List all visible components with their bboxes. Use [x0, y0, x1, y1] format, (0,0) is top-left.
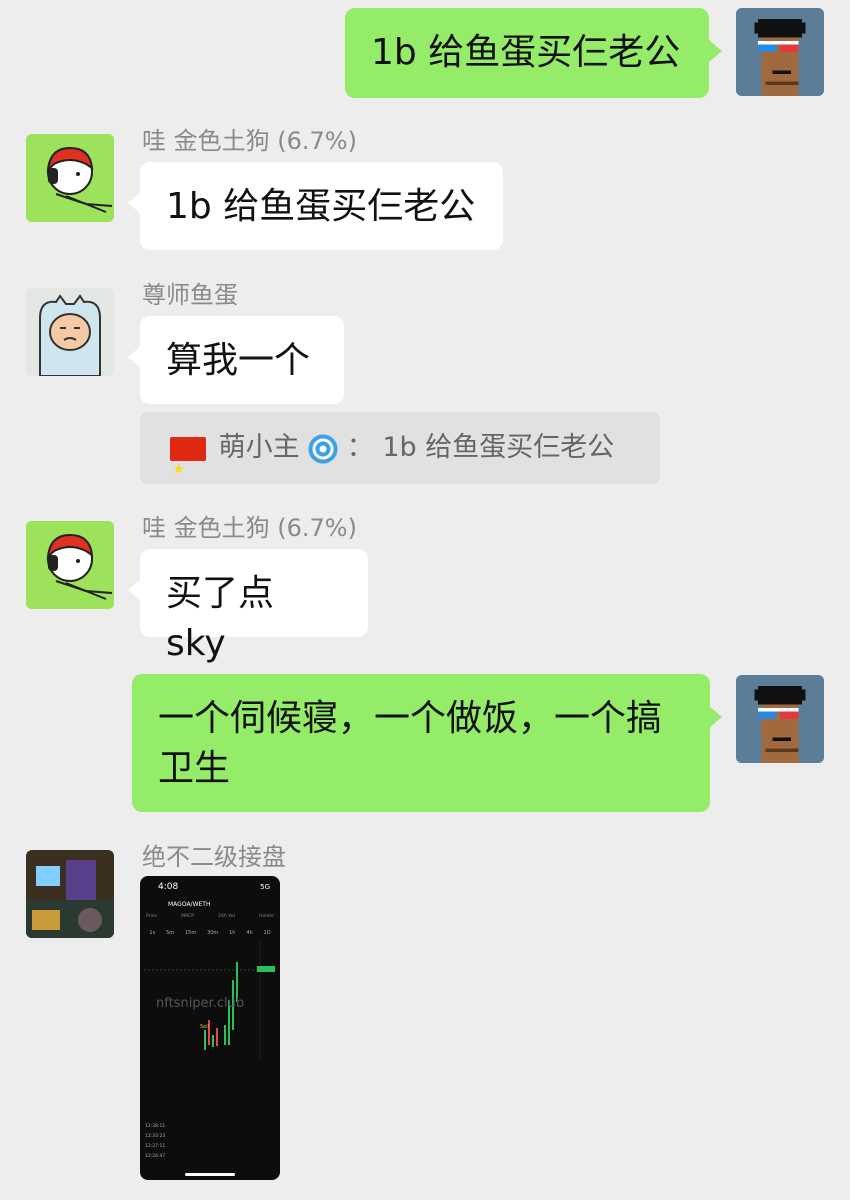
stat-label: Price — [146, 914, 157, 919]
tx-row: 12:33:23 — [145, 1134, 166, 1139]
sender-avatar[interactable] — [26, 850, 114, 938]
sender-name: 绝不二级接盘 — [142, 843, 286, 871]
sender-name: 哇 金色土狗 (6.7%) — [142, 127, 357, 155]
sender-name: 尊师鱼蛋 — [142, 281, 238, 309]
timeframe: 5m — [166, 930, 175, 936]
message-text-line: 一个伺候寝，一个做饭，一个搞 — [158, 698, 663, 739]
tx-row: 12:24:47 — [145, 1154, 166, 1159]
bubble-tail — [128, 346, 141, 368]
sender-avatar[interactable] — [26, 134, 114, 222]
bubble-tail — [128, 579, 141, 601]
tx-row: 12:38:11 — [145, 1124, 166, 1129]
timeframe: 4h — [246, 930, 253, 936]
stat-label: Holder — [259, 914, 274, 919]
tx-row: 12:27:11 — [145, 1144, 166, 1149]
bubble-tail — [128, 192, 141, 214]
stat-label: MACP — [181, 914, 194, 919]
message-bubble[interactable]: 1b 给鱼蛋买仨老公 — [140, 162, 503, 250]
timeframe: 15m — [184, 930, 197, 936]
message-text: 算我一个 — [166, 340, 311, 381]
message-bubble[interactable]: 买了点 sky — [140, 549, 368, 664]
self-message-bubble[interactable]: 1b 给鱼蛋买仨老公 — [345, 8, 709, 98]
self-avatar[interactable] — [736, 675, 824, 763]
quoted-message[interactable]: 萌小主 ： 1b 给鱼蛋买仨老公 — [140, 412, 660, 506]
message-text: 1b 给鱼蛋买仨老公 — [166, 186, 476, 227]
image-message-screenshot[interactable]: 4:08 5G MAGOA/WETH Price MACP 24h Vol Ho… — [140, 876, 280, 1180]
swirl-icon — [308, 433, 339, 464]
watermark: nftsniper.club — [156, 996, 245, 1011]
phone-time: 4:08 — [158, 882, 179, 892]
quote-separator: ： — [346, 432, 374, 463]
timeframe: 1s — [149, 930, 156, 936]
trading-pair: MAGOA/WETH — [168, 901, 211, 908]
self-message-bubble[interactable]: 一个伺候寝，一个做饭，一个搞 卫生 — [132, 674, 710, 812]
message-text: 1b 给鱼蛋买仨老公 — [371, 32, 681, 73]
china-flag-icon — [170, 434, 206, 506]
message-text-line: 卫生 — [158, 748, 231, 789]
timeframe: 1D — [263, 930, 271, 936]
quote-sender: 萌小主 — [218, 432, 300, 463]
sender-avatar[interactable] — [26, 521, 114, 609]
sender-name: 哇 金色土狗 (6.7%) — [142, 514, 357, 542]
quote-text: 1b 给鱼蛋买仨老公 — [382, 432, 615, 463]
timeframe: 30m — [207, 930, 219, 936]
sender-avatar[interactable] — [26, 288, 114, 376]
bubble-tail — [709, 706, 722, 728]
timeframe-tabs: 1s 5m 15m 30m 1h 4h 1D — [144, 930, 276, 936]
bubble-tail — [709, 40, 722, 62]
home-indicator — [185, 1173, 235, 1176]
self-avatar[interactable] — [736, 8, 824, 96]
timeframe: 1h — [229, 930, 236, 936]
message-bubble[interactable]: 算我一个 — [140, 316, 344, 404]
message-text: 买了点 sky — [166, 573, 275, 664]
sell-marker: Sell — [200, 1024, 210, 1030]
phone-network: 5G — [260, 883, 270, 891]
stat-label: 24h Vol — [218, 914, 235, 919]
stats-row: Price MACP 24h Vol Holder — [146, 914, 274, 919]
